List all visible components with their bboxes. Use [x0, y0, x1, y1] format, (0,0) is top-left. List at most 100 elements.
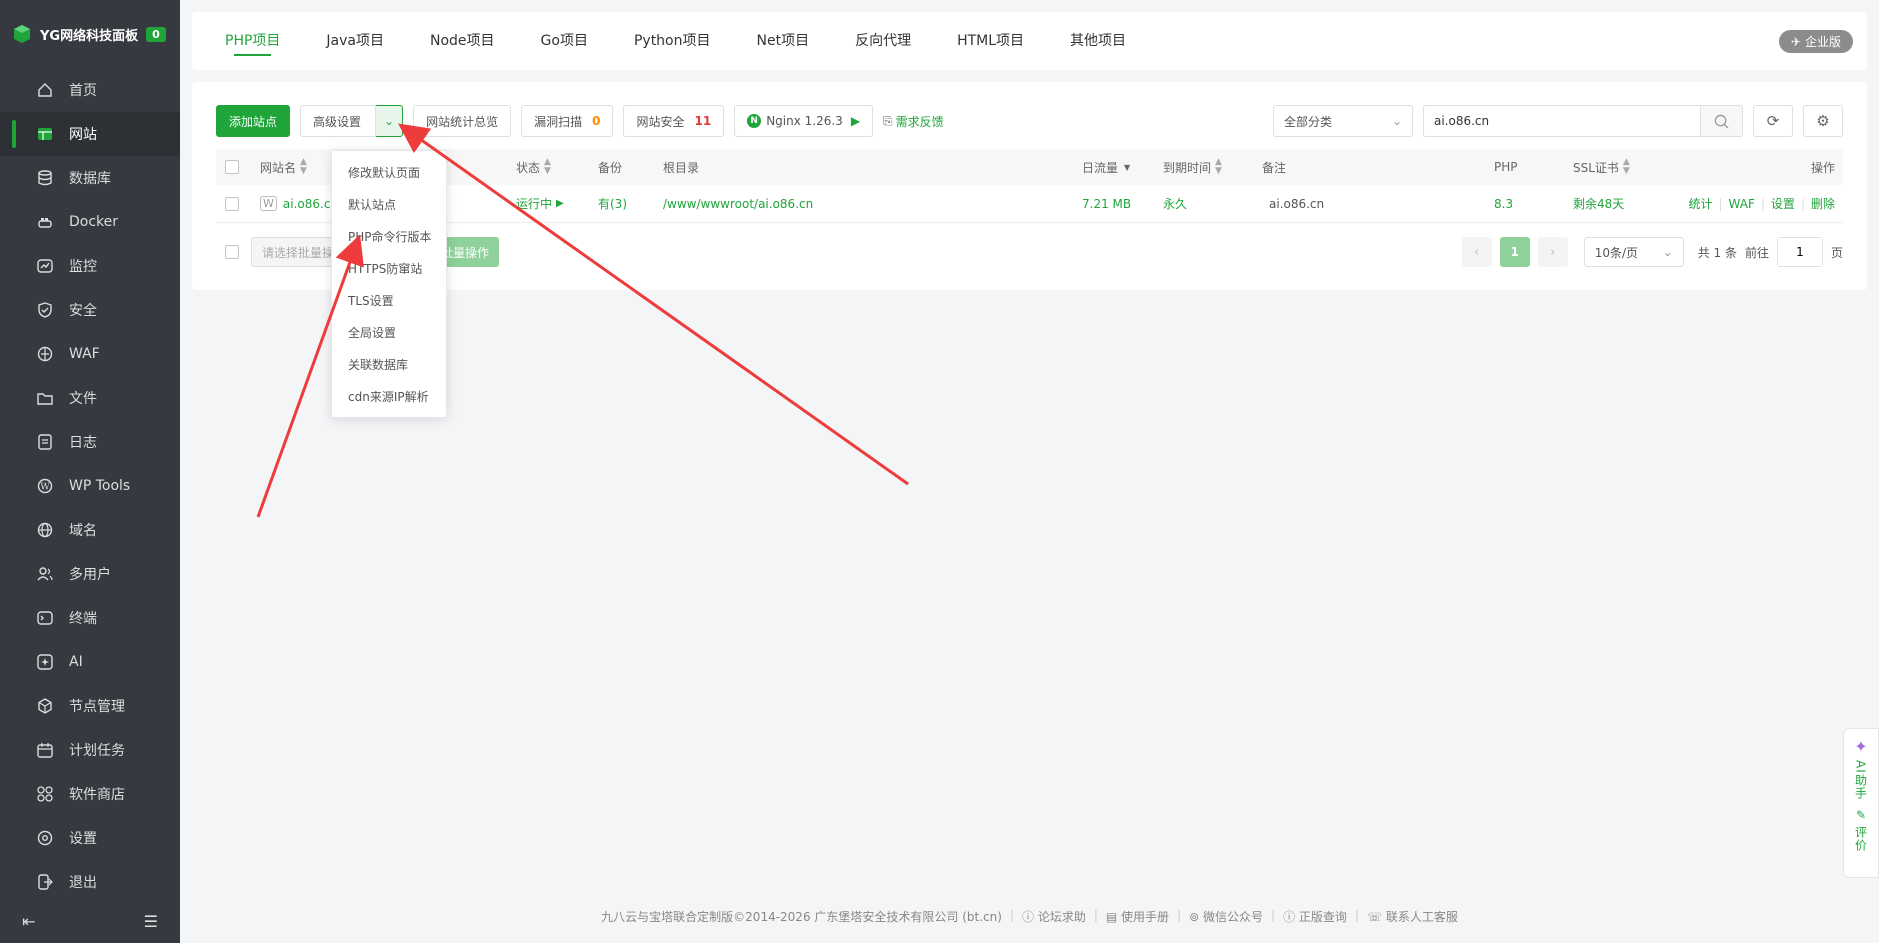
site-traffic[interactable]: 7.21 MB	[1082, 185, 1131, 222]
sort-desc-icon: ▼	[1124, 162, 1131, 172]
sidebar-item-11[interactable]: 多用户	[0, 552, 180, 596]
search-button[interactable]	[1701, 105, 1743, 137]
footer-link-0[interactable]: ⓘ 论坛求助	[1022, 908, 1086, 925]
sidebar-item-17[interactable]: 设置	[0, 816, 180, 860]
sidebar-item-7[interactable]: 文件	[0, 376, 180, 420]
search-input[interactable]	[1423, 105, 1701, 137]
menu-list-icon[interactable]: ☰	[144, 912, 158, 931]
footer-link-1[interactable]: ▤ 使用手册	[1106, 908, 1169, 925]
menu-item-5[interactable]: 全局设置	[332, 317, 446, 349]
add-site-button[interactable]: 添加站点	[216, 105, 291, 137]
panel-logo-icon	[14, 25, 30, 43]
table-settings-button[interactable]: ⚙	[1803, 105, 1843, 137]
brand: YG网络科技面板 0	[0, 0, 180, 68]
col-traffic[interactable]: 日流量 ▼	[1082, 149, 1130, 185]
tab-5[interactable]: Net项目	[734, 12, 833, 70]
site-remark[interactable]: ai.o86.cn	[1269, 185, 1324, 222]
feedback-link[interactable]: ⎘ 需求反馈	[883, 113, 944, 130]
site-expire[interactable]: 永久	[1163, 185, 1187, 222]
chevron-down-icon: ⌄	[1391, 114, 1402, 128]
collapse-sidebar-icon[interactable]: ⇤	[22, 912, 35, 931]
sidebar-item-14[interactable]: 节点管理	[0, 684, 180, 728]
tab-8[interactable]: 其他项目	[1047, 12, 1149, 70]
site-backup[interactable]: 有(3)	[598, 185, 627, 222]
total-count: 共 1 条	[1697, 245, 1737, 260]
site-security-button[interactable]: 网站安全 11	[623, 105, 725, 137]
sidebar-item-18[interactable]: 退出	[0, 860, 180, 904]
users-icon	[37, 567, 53, 581]
menu-item-2[interactable]: PHP命令行版本	[332, 221, 446, 253]
site-name[interactable]: W ai.o86.cn	[260, 185, 338, 222]
tab-7[interactable]: HTML项目	[934, 12, 1047, 70]
category-select[interactable]: 全部分类 ⌄	[1273, 105, 1413, 137]
tab-1[interactable]: Java项目	[303, 12, 407, 70]
sidebar-item-9[interactable]: W WP Tools	[0, 464, 180, 508]
select-all-checkbox[interactable]	[225, 160, 239, 174]
gear-icon	[37, 830, 53, 846]
col-status[interactable]: 状态 ▲ ▼	[516, 149, 551, 185]
sidebar-item-16[interactable]: 软件商店	[0, 772, 180, 816]
tab-4[interactable]: Python项目	[611, 12, 734, 70]
page-1-button[interactable]: 1	[1499, 237, 1530, 267]
sidebar-item-8[interactable]: 日志	[0, 420, 180, 464]
menu-item-0[interactable]: 修改默认页面	[332, 157, 446, 189]
batch-checkbox[interactable]	[225, 245, 239, 259]
nginx-button[interactable]: N Nginx 1.26.3 ▶	[734, 105, 874, 137]
tab-0[interactable]: PHP项目	[202, 12, 303, 70]
sidebar-item-13[interactable]: AI	[0, 640, 180, 684]
footer-link-2[interactable]: ⊚ 微信公众号	[1189, 908, 1263, 925]
advanced-settings-split: 高级设置 ⌄	[300, 105, 404, 137]
nginx-version: Nginx 1.26.3	[766, 114, 843, 128]
site-table: 网站名 ▲ ▼ 状态 ▲ ▼ 备份 根目录 日流量 ▼ 到期时间 ▲ ▼ 备注 PHP SSL…	[216, 149, 1843, 223]
tab-2[interactable]: Node项目	[407, 12, 518, 70]
sidebar-item-3[interactable]: Docker	[0, 200, 180, 244]
delete-link[interactable]: 删除	[1811, 195, 1835, 212]
site-php[interactable]: 8.3	[1494, 185, 1513, 222]
menu-item-1[interactable]: 默认站点	[332, 189, 446, 221]
sidebar-item-4[interactable]: 监控	[0, 244, 180, 288]
rate-label[interactable]: 评价	[1853, 826, 1870, 852]
sidebar-item-10[interactable]: 域名	[0, 508, 180, 552]
sidebar-item-15[interactable]: 计划任务	[0, 728, 180, 772]
advanced-settings-caret[interactable]: ⌄	[376, 105, 404, 137]
sidebar-item-12[interactable]: 终端	[0, 596, 180, 640]
col-expire[interactable]: 到期时间 ▲ ▼	[1163, 149, 1222, 185]
settings-link[interactable]: 设置	[1771, 195, 1795, 212]
menu-item-3[interactable]: HTTPS防窜站	[332, 253, 446, 285]
enterprise-badge[interactable]: ✈ 企业版	[1778, 30, 1853, 53]
footer-link-4[interactable]: ☏ 联系人工客服	[1367, 908, 1458, 925]
ai-assistant-label[interactable]: AI助手	[1853, 760, 1870, 800]
page-size-select[interactable]: 10条/页 ⌄	[1583, 237, 1684, 267]
menu-item-7[interactable]: cdn来源IP解析	[332, 381, 446, 413]
menu-item-4[interactable]: TLS设置	[332, 285, 446, 317]
footer-link-icon: ⓘ	[1021, 910, 1034, 924]
sidebar-item-2[interactable]: 数据库	[0, 156, 180, 200]
prev-page-button[interactable]: ‹	[1461, 237, 1492, 267]
refresh-button[interactable]: ⟳	[1753, 105, 1793, 137]
sidebar-item-label: 首页	[69, 83, 97, 99]
sidebar-item-6[interactable]: WAF	[0, 332, 180, 376]
col-name[interactable]: 网站名 ▲ ▼	[260, 149, 307, 185]
col-ssl[interactable]: SSL证书 ▲ ▼	[1573, 149, 1630, 185]
site-status[interactable]: 运行中 ▶	[516, 185, 564, 222]
stats-link[interactable]: 统计	[1688, 195, 1712, 212]
next-page-button[interactable]: ›	[1537, 237, 1568, 267]
tab-3[interactable]: Go项目	[518, 12, 611, 70]
site-ssl[interactable]: 剩余48天	[1573, 185, 1624, 222]
sidebar-item-1[interactable]: 网站	[0, 112, 180, 156]
vuln-scan-button[interactable]: 漏洞扫描 0	[521, 105, 614, 137]
advanced-settings-button[interactable]: 高级设置	[300, 105, 377, 137]
footer-link-3[interactable]: ⓘ 正版查询	[1283, 908, 1347, 925]
sidebar-item-0[interactable]: 首页	[0, 68, 180, 112]
site-root[interactable]: /www/wwwroot/ai.o86.cn	[663, 185, 813, 222]
page-input[interactable]	[1776, 237, 1823, 267]
ai-helper-panel[interactable]: ✦ AI助手 ✎ 评价	[1843, 728, 1879, 878]
site-stats-button[interactable]: 网站统计总览	[413, 105, 512, 137]
sidebar-item-5[interactable]: 安全	[0, 288, 180, 332]
row-checkbox[interactable]	[225, 196, 239, 211]
menu-item-6[interactable]: 关联数据库	[332, 349, 446, 381]
logout-icon	[38, 874, 53, 890]
notification-badge[interactable]: 0	[146, 26, 166, 42]
waf-link[interactable]: WAF	[1729, 197, 1755, 211]
tab-6[interactable]: 反向代理	[832, 12, 934, 70]
